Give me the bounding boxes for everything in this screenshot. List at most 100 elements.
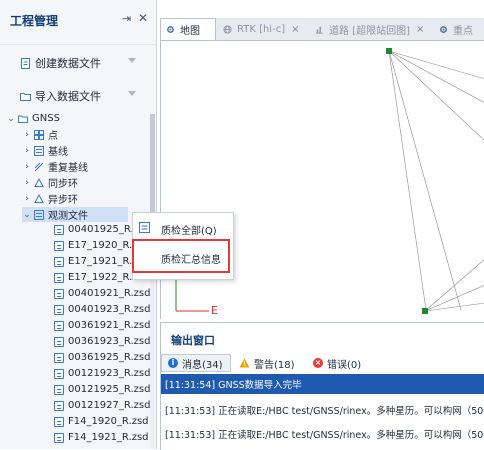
chevron-right-icon[interactable]: ›: [22, 162, 32, 172]
file-name: 00121925_R.zsd: [68, 384, 151, 395]
file-item[interactable]: 00361923_R.zsd: [52, 334, 150, 349]
file-icon: [54, 304, 64, 315]
error-icon: ×: [313, 358, 323, 368]
tree-root-gnss[interactable]: ⌄ GNSS: [6, 111, 60, 126]
file-item[interactable]: 00121925_R.zsd: [52, 382, 150, 397]
log-row[interactable]: [11:31:53] 正在读取E:/HBC test/GNSS/rinex。多种…: [161, 400, 484, 420]
tree-item-baseline[interactable]: › 基线: [22, 143, 68, 158]
tree-root-label: GNSS: [32, 113, 60, 124]
file-item[interactable]: 00121923_R.zsd: [52, 366, 150, 381]
file-name: 00361921_R.zsd: [68, 320, 151, 331]
baseline-line: [388, 50, 484, 141]
check-document-icon: [139, 222, 150, 233]
close-icon[interactable]: ×: [291, 24, 299, 35]
tree-item-observation-files[interactable]: ⌄ 观测文件: [22, 207, 128, 222]
context-menu-check-all[interactable]: 质检全部(Q): [161, 222, 217, 237]
file-name: 00121927_R.zsd: [68, 400, 151, 411]
tree-item-sync-loop[interactable]: › 同步环: [22, 175, 78, 190]
file-icon: [54, 320, 64, 331]
import-data-file-button[interactable]: 导入数据文件: [20, 87, 136, 105]
file-name: 00401921_R.zsd: [68, 288, 151, 299]
highlight-box: [132, 239, 230, 273]
tab-label: 错误(0): [327, 359, 362, 371]
tab-label: 警告(18): [254, 359, 295, 371]
file-item[interactable]: 00401921_R.zsd: [52, 286, 150, 301]
chevron-down-icon[interactable]: ⌄: [6, 114, 16, 124]
import-data-file-label: 导入数据文件: [35, 90, 101, 103]
tab-rtk[interactable]: RTK [hi-c] ×: [218, 18, 310, 40]
baseline-line: [388, 50, 484, 80]
globe-icon: [223, 24, 232, 34]
chevron-right-icon[interactable]: ›: [22, 130, 32, 140]
tab-messages[interactable]: i 消息(34): [161, 354, 231, 372]
file-icon: [54, 240, 64, 251]
baseline-line: [388, 50, 427, 311]
baseline-line: [388, 50, 462, 311]
info-icon: i: [168, 358, 178, 368]
tree-item-label: 异步环: [48, 195, 78, 206]
file-icon: [54, 416, 64, 427]
station-point[interactable]: [386, 48, 392, 54]
panel-title-text: 工程管理: [10, 14, 59, 28]
tab-label: RTK [hi-c]: [237, 23, 286, 35]
file-icon: [54, 272, 64, 283]
station-point[interactable]: [422, 308, 428, 314]
create-data-file-button[interactable]: 创建数据文件: [20, 54, 136, 72]
panel-title: 工程管理 ⇥ ✕: [10, 11, 150, 30]
gear-icon: [167, 26, 174, 33]
chart-icon: [315, 26, 324, 34]
output-title: 输出窗口: [171, 334, 215, 347]
tab-label: 地图: [180, 26, 200, 37]
output-window: 输出窗口 i 消息(34) 警告(18) × 错误(0) [11:31:54] …: [160, 322, 484, 450]
pin-icon[interactable]: ⇥: [122, 12, 131, 25]
tree-item-label: 点: [48, 131, 58, 142]
folder-icon: [18, 115, 28, 123]
tab-key-point[interactable]: 重点: [434, 18, 484, 40]
chevron-right-icon[interactable]: ›: [22, 178, 32, 188]
chevron-down-icon[interactable]: [128, 58, 136, 63]
loop-icon: [34, 193, 44, 203]
context-menu: 质检全部(Q) 质检汇总信息: [132, 212, 234, 280]
file-icon: [54, 288, 64, 299]
tab-label: 消息(34): [182, 359, 223, 371]
tree-item-async-loop[interactable]: › 异步环: [22, 191, 78, 206]
tab-map[interactable]: 地图: [160, 18, 216, 40]
file-item[interactable]: 00121927_R.zsd: [52, 398, 150, 413]
import-folder-icon: [20, 92, 31, 101]
tab-warnings[interactable]: 警告(18): [235, 354, 305, 372]
file-name: F14_1921_R.zsd: [68, 432, 149, 443]
tree-item-label: 同步环: [48, 179, 78, 190]
log-text: [11:31:54] GNSS数据导入完毕: [165, 380, 302, 391]
east-axis-label: E: [211, 304, 218, 317]
create-data-file-label: 创建数据文件: [35, 57, 101, 70]
tab-errors[interactable]: × 错误(0): [307, 354, 377, 372]
file-name: F14_1920_R.zsd: [68, 416, 149, 427]
baseline-line: [424, 259, 484, 312]
warning-icon: [239, 358, 250, 368]
divider: [0, 44, 156, 45]
chevron-down-icon[interactable]: ⌄: [22, 210, 32, 220]
close-icon[interactable]: ✕: [138, 11, 148, 25]
file-item[interactable]: F14_1920_R.zsd: [52, 414, 149, 429]
file-name: 00121923_R.zsd: [68, 368, 151, 379]
close-icon[interactable]: ×: [416, 24, 424, 35]
chevron-down-icon[interactable]: [128, 91, 136, 96]
file-item[interactable]: F14_1921_R.zsd: [52, 430, 149, 445]
tree-item-points[interactable]: › 点: [22, 127, 58, 142]
file-icon: [54, 432, 64, 443]
log-row[interactable]: [11:31:54] GNSS数据导入完毕: [161, 374, 484, 394]
tab-road[interactable]: 道路 [超限站回图] ×: [310, 18, 434, 40]
file-icon: [54, 400, 64, 411]
tree-item-repeat-baseline[interactable]: › 重复基线: [22, 159, 88, 175]
log-row[interactable]: [11:31:53] 正在读取E:/HBC test/GNSS/rinex。多种…: [161, 424, 484, 444]
file-item[interactable]: 00361921_R.zsd: [52, 318, 150, 333]
file-item[interactable]: 00361925_R.zsd: [52, 350, 150, 365]
new-file-icon: [21, 57, 30, 69]
file-item[interactable]: 00401923_R.zsd: [52, 302, 150, 317]
chevron-right-icon[interactable]: ›: [22, 194, 32, 204]
chevron-right-icon[interactable]: ›: [22, 146, 32, 156]
tree-item-label: 观测文件: [48, 211, 88, 222]
tab-label: 道路 [超限站回图]: [329, 25, 410, 37]
log-text: [11:31:53] 正在读取E:/HBC test/GNSS/rinex。多种…: [165, 430, 484, 441]
file-name: 00401923_R.zsd: [68, 304, 151, 315]
